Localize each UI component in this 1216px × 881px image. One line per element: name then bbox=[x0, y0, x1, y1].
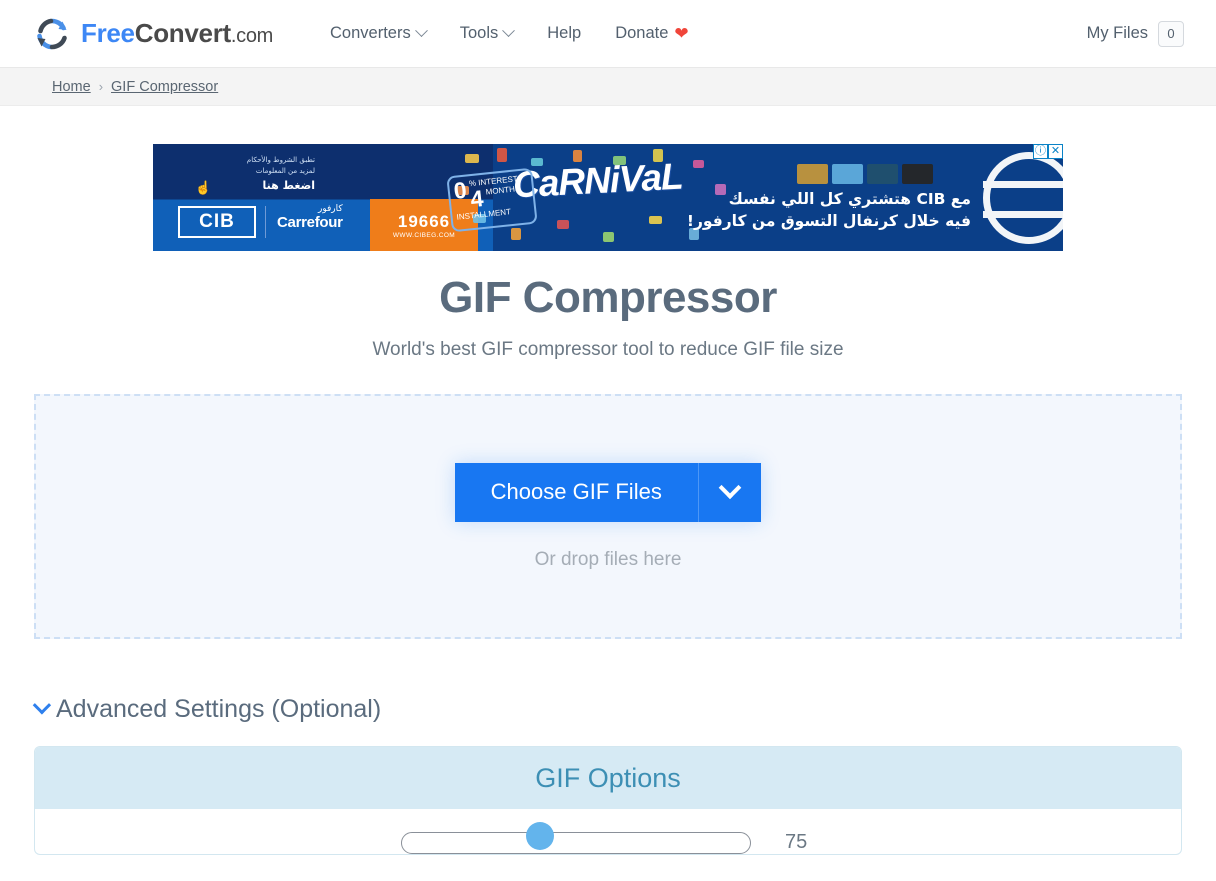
advanced-settings-toggle[interactable]: Advanced Settings (Optional) bbox=[32, 695, 382, 724]
gif-options-panel: GIF Options 75 bbox=[34, 746, 1182, 855]
refresh-circle-icon bbox=[37, 18, 67, 49]
logo-text-convert: Convert bbox=[134, 18, 231, 48]
chevron-down-icon bbox=[32, 696, 52, 715]
nav-item-converters[interactable]: Converters bbox=[330, 24, 428, 43]
gif-options-body: 75 bbox=[35, 809, 1181, 854]
dropzone-wrapper: Choose GIF Files Or drop files here bbox=[0, 361, 1216, 639]
cib-logo: CIB bbox=[178, 206, 256, 238]
page-title: GIF Compressor bbox=[439, 273, 777, 322]
gif-options-title: GIF Options bbox=[35, 747, 1181, 809]
my-files-link[interactable]: My Files bbox=[1087, 24, 1148, 43]
ad-banner[interactable]: تطبق الشروط والأحكام لمزيد من المعلومات … bbox=[153, 144, 1063, 251]
logo-text-free: Free bbox=[81, 18, 135, 48]
logo-text-com: .com bbox=[230, 25, 274, 47]
ad-credit-cards bbox=[797, 164, 933, 184]
site-logo[interactable]: FreeConvert.com bbox=[32, 14, 273, 54]
carrefour-label-en: Carrefour bbox=[277, 213, 343, 231]
ad-terms-line1: تطبق الشروط والأحكام bbox=[246, 156, 315, 164]
choose-files-group: Choose GIF Files bbox=[454, 462, 762, 522]
ad-offer-zero: 0 bbox=[452, 176, 468, 204]
site-header: FreeConvert.com Converters Tools Help Do… bbox=[0, 0, 1216, 68]
main-navigation: Converters Tools Help Donate ❤ bbox=[330, 24, 689, 43]
ad-globe-graphic bbox=[983, 152, 1063, 244]
advertisement-zone: تطبق الشروط والأحكام لمزيد من المعلومات … bbox=[0, 106, 1216, 251]
carrefour-logo: كارفور Carrefour bbox=[277, 204, 343, 231]
chevron-down-icon bbox=[719, 476, 742, 500]
drop-files-hint: Or drop files here bbox=[534, 548, 682, 570]
ad-logo-divider bbox=[265, 206, 266, 238]
advanced-settings-label: Advanced Settings (Optional) bbox=[56, 695, 382, 723]
ad-headline-line1: مع CIB هتشتري كل اللي نفسك bbox=[728, 190, 971, 208]
nav-label-tools: Tools bbox=[459, 24, 499, 42]
ad-controls: ⓘ ✕ bbox=[1033, 144, 1063, 159]
header-right-area: My Files 0 bbox=[1087, 20, 1184, 47]
page-subtitle: World's best GIF compressor tool to redu… bbox=[372, 339, 844, 360]
choose-gif-files-button[interactable]: Choose GIF Files bbox=[454, 462, 698, 522]
compression-slider-thumb[interactable] bbox=[526, 821, 554, 850]
ad-phone-number: 19666 bbox=[397, 211, 451, 231]
breadcrumb-home[interactable]: Home bbox=[52, 79, 91, 95]
nav-label-converters: Converters bbox=[330, 24, 411, 42]
nav-item-help[interactable]: Help bbox=[547, 24, 581, 43]
nav-item-donate[interactable]: Donate ❤ bbox=[615, 24, 688, 43]
chevron-down-icon bbox=[502, 24, 516, 38]
close-icon[interactable]: ✕ bbox=[1048, 144, 1063, 159]
ad-terms-line2: لمزيد من المعلومات bbox=[255, 166, 315, 175]
options-wrapper: GIF Options 75 bbox=[0, 724, 1216, 855]
ad-phone-url: WWW.CIBEG.COM bbox=[392, 231, 456, 239]
adchoices-info-icon[interactable]: ⓘ bbox=[1033, 144, 1048, 159]
logo-text: FreeConvert.com bbox=[81, 18, 273, 49]
chevron-down-icon bbox=[414, 24, 428, 38]
nav-label-help: Help bbox=[547, 24, 582, 42]
breadcrumb-current[interactable]: GIF Compressor bbox=[111, 79, 218, 95]
ad-headline-line2: فيه خلال كرنفال التسوق من كارفور! bbox=[686, 212, 971, 231]
heart-icon: ❤ bbox=[674, 24, 689, 43]
compression-slider[interactable] bbox=[401, 821, 751, 854]
breadcrumb-separator: › bbox=[98, 79, 104, 94]
pointing-hand-icon: ☝ bbox=[195, 180, 212, 195]
nav-item-tools[interactable]: Tools bbox=[459, 24, 516, 43]
my-files-count-badge[interactable]: 0 bbox=[1158, 20, 1184, 47]
choose-files-dropdown-button[interactable] bbox=[699, 462, 762, 522]
breadcrumb: Home › GIF Compressor bbox=[0, 68, 1216, 106]
hero-section: GIF Compressor World's best GIF compress… bbox=[0, 251, 1216, 361]
compression-value: 75 bbox=[785, 831, 808, 853]
ad-headline: مع CIB هتشتري كل اللي نفسك فيه خلال كرنف… bbox=[651, 188, 971, 233]
ad-offer-four: 4 bbox=[469, 184, 485, 213]
ad-offer-badge: 0 % INTEREST 4 MONTHS INSTALLMENT bbox=[446, 167, 538, 233]
ad-cta-text: اضغط هنا bbox=[262, 178, 315, 192]
nav-label-donate: Donate bbox=[615, 24, 669, 42]
file-dropzone[interactable]: Choose GIF Files Or drop files here bbox=[34, 394, 1182, 639]
